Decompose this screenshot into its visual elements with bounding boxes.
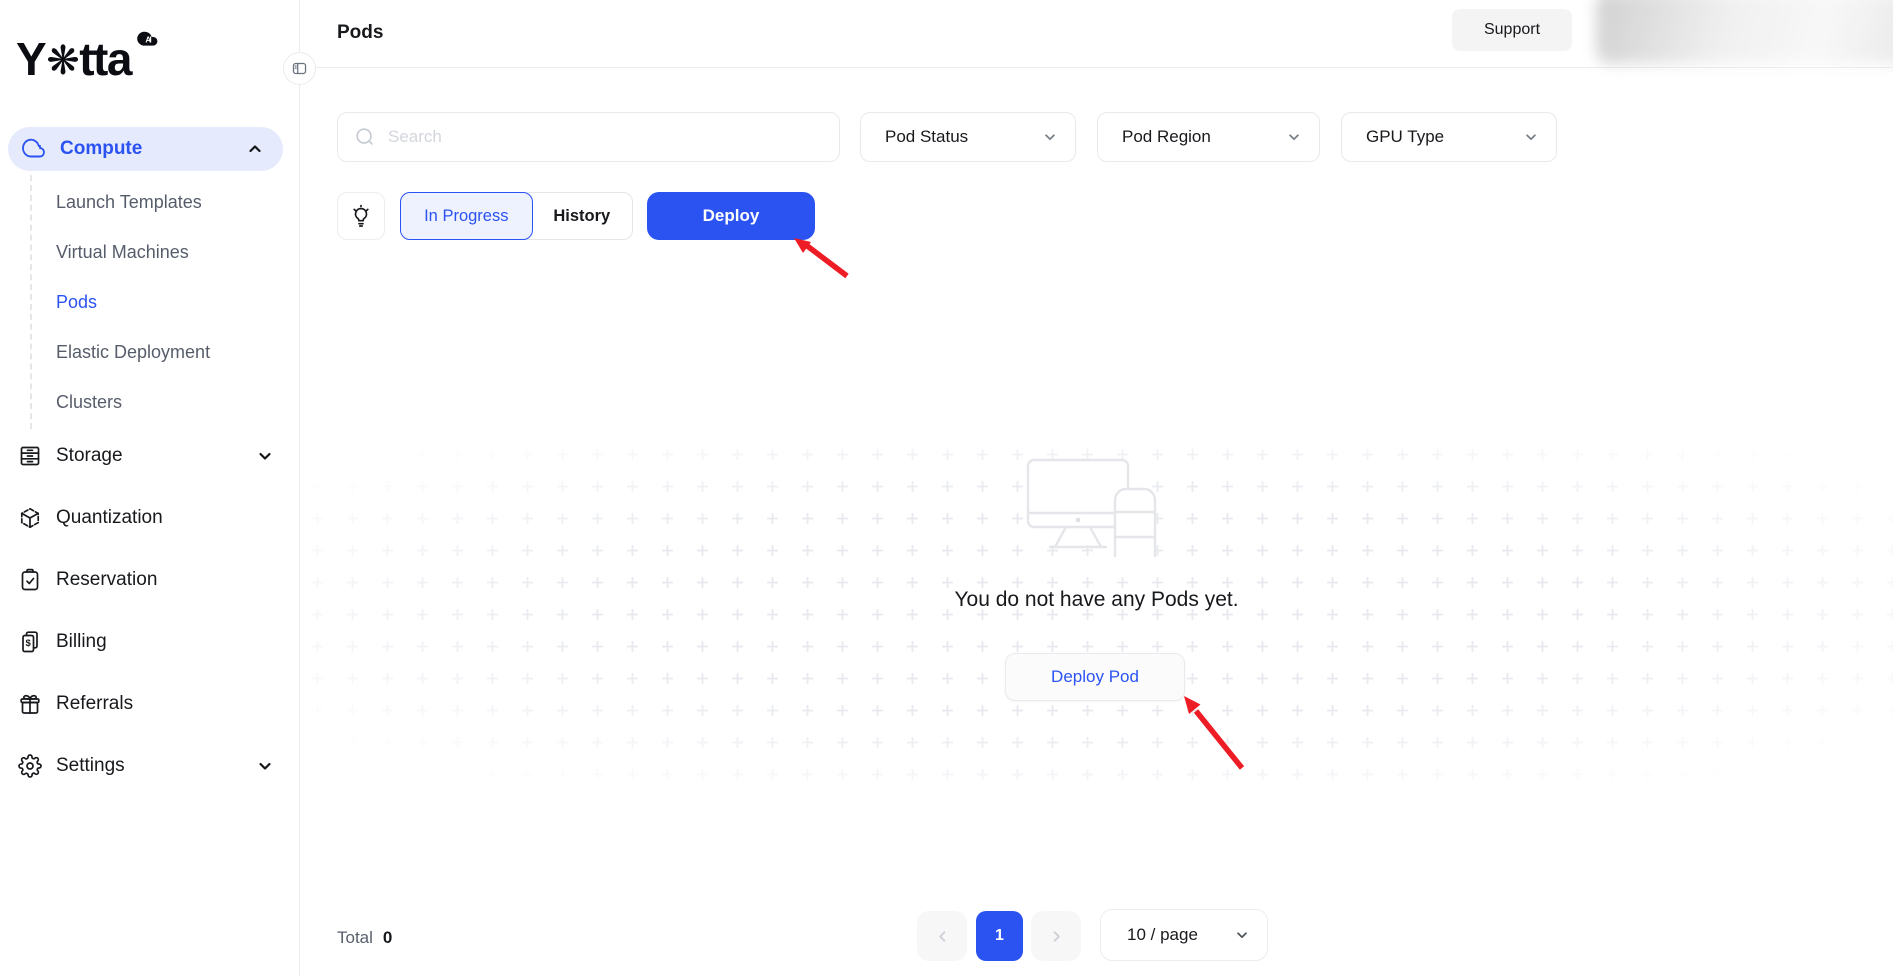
search-icon bbox=[354, 126, 376, 148]
pod-region-select[interactable]: Pod Region bbox=[1097, 112, 1320, 162]
sidebar-item-elastic-deployment[interactable]: Elastic Deployment bbox=[32, 327, 299, 377]
chevron-right-icon bbox=[1049, 929, 1064, 944]
quantization-icon bbox=[18, 506, 42, 530]
sidebar-item-virtual-machines[interactable]: Virtual Machines bbox=[32, 227, 299, 277]
support-button[interactable]: Support bbox=[1452, 9, 1572, 51]
deploy-button[interactable]: Deploy bbox=[647, 192, 815, 240]
brand-text-suffix: tta bbox=[79, 36, 131, 82]
svg-text:$: $ bbox=[26, 638, 32, 649]
chevron-left-icon bbox=[935, 929, 950, 944]
sidebar-nav: Compute Launch Templates Virtual Machine… bbox=[0, 127, 299, 788]
tab-history[interactable]: History bbox=[532, 193, 632, 239]
gpu-type-select[interactable]: GPU Type bbox=[1341, 112, 1557, 162]
sidebar-item-settings[interactable]: Settings bbox=[0, 744, 299, 788]
pagination-page-1[interactable]: 1 bbox=[976, 911, 1023, 961]
reservation-icon bbox=[18, 568, 42, 592]
app-root: Y❋tta AI Compute Launch Templates Virtua… bbox=[0, 0, 1893, 976]
search-input[interactable] bbox=[388, 127, 823, 147]
deploy-pod-button[interactable]: Deploy Pod bbox=[1005, 653, 1185, 701]
total-count: Total 0 bbox=[337, 928, 392, 948]
sidebar-item-label: Storage bbox=[56, 445, 123, 467]
sidebar-item-label: Reservation bbox=[56, 569, 157, 591]
gift-icon bbox=[18, 692, 42, 716]
brand-logo: Y❋tta AI bbox=[16, 18, 160, 82]
tips-button[interactable] bbox=[337, 192, 385, 240]
page-size-select[interactable]: 10 / page bbox=[1100, 909, 1268, 961]
chevron-up-icon bbox=[247, 141, 263, 157]
cloud-badge-icon: AI bbox=[133, 28, 160, 49]
page-header: Pods Support bbox=[300, 0, 1893, 68]
sidebar-collapse-button[interactable] bbox=[283, 52, 316, 85]
page-title: Pods bbox=[337, 0, 383, 66]
account-info-redacted[interactable] bbox=[1596, 0, 1893, 64]
sidebar-item-label: Settings bbox=[56, 755, 125, 777]
sidebar: Y❋tta AI Compute Launch Templates Virtua… bbox=[0, 0, 300, 976]
total-value: 0 bbox=[383, 928, 392, 948]
sidebar-item-label: Quantization bbox=[56, 507, 163, 529]
brand-text-prefix: Y bbox=[16, 36, 45, 82]
chevron-down-icon bbox=[1235, 928, 1249, 942]
sidebar-item-referrals[interactable]: Referrals bbox=[0, 682, 299, 726]
tab-in-progress[interactable]: In Progress bbox=[400, 192, 533, 240]
chevron-down-icon bbox=[1287, 130, 1301, 144]
select-label: GPU Type bbox=[1366, 127, 1444, 147]
sidebar-item-label: Referrals bbox=[56, 693, 133, 715]
sidebar-item-clusters[interactable]: Clusters bbox=[32, 377, 299, 427]
total-label: Total bbox=[337, 928, 373, 948]
chevron-down-icon bbox=[257, 758, 273, 774]
sidebar-item-reservation[interactable]: Reservation bbox=[0, 558, 299, 602]
sidebar-item-launch-templates[interactable]: Launch Templates bbox=[32, 177, 299, 227]
compute-submenu: Launch Templates Virtual Machines Pods E… bbox=[30, 175, 299, 429]
gear-icon bbox=[18, 754, 42, 778]
chevron-down-icon bbox=[1043, 130, 1057, 144]
sub-item-label: Clusters bbox=[56, 392, 122, 413]
select-label: Pod Status bbox=[885, 127, 968, 147]
pod-status-select[interactable]: Pod Status bbox=[860, 112, 1076, 162]
sub-item-label: Elastic Deployment bbox=[56, 342, 210, 363]
ai-cloud-badge: AI bbox=[133, 10, 160, 56]
pods-tab-group: In Progress History bbox=[400, 192, 633, 240]
chevron-down-icon bbox=[257, 448, 273, 464]
sidebar-item-storage[interactable]: Storage bbox=[0, 434, 299, 478]
sub-item-label: Launch Templates bbox=[56, 192, 202, 213]
chevron-down-icon bbox=[1524, 130, 1538, 144]
search-box bbox=[337, 112, 840, 162]
pinwheel-icon: ❋ bbox=[46, 41, 78, 81]
sidebar-item-quantization[interactable]: Quantization bbox=[0, 496, 299, 540]
select-label: Pod Region bbox=[1122, 127, 1211, 147]
page-size-label: 10 / page bbox=[1127, 925, 1198, 945]
cloud-icon bbox=[22, 137, 46, 161]
storage-icon bbox=[18, 444, 42, 468]
sidebar-item-pods[interactable]: Pods bbox=[32, 277, 299, 327]
sub-item-label: Pods bbox=[56, 292, 97, 313]
sidebar-item-label: Billing bbox=[56, 631, 107, 653]
main-area: Pods Support Pod Status Pod Region GPU T… bbox=[300, 0, 1893, 976]
sidebar-item-label: Compute bbox=[60, 138, 142, 160]
sub-item-label: Virtual Machines bbox=[56, 242, 189, 263]
billing-icon: $ bbox=[18, 630, 42, 654]
panel-toggle-icon bbox=[291, 60, 308, 77]
lightbulb-icon bbox=[349, 204, 373, 228]
empty-state-message: You do not have any Pods yet. bbox=[300, 588, 1893, 612]
empty-pods-illustration bbox=[1020, 452, 1170, 557]
sidebar-item-billing[interactable]: $ Billing bbox=[0, 620, 299, 664]
pagination-prev-button[interactable] bbox=[917, 911, 967, 961]
sidebar-item-compute[interactable]: Compute bbox=[8, 127, 283, 171]
pagination-next-button[interactable] bbox=[1031, 911, 1081, 961]
